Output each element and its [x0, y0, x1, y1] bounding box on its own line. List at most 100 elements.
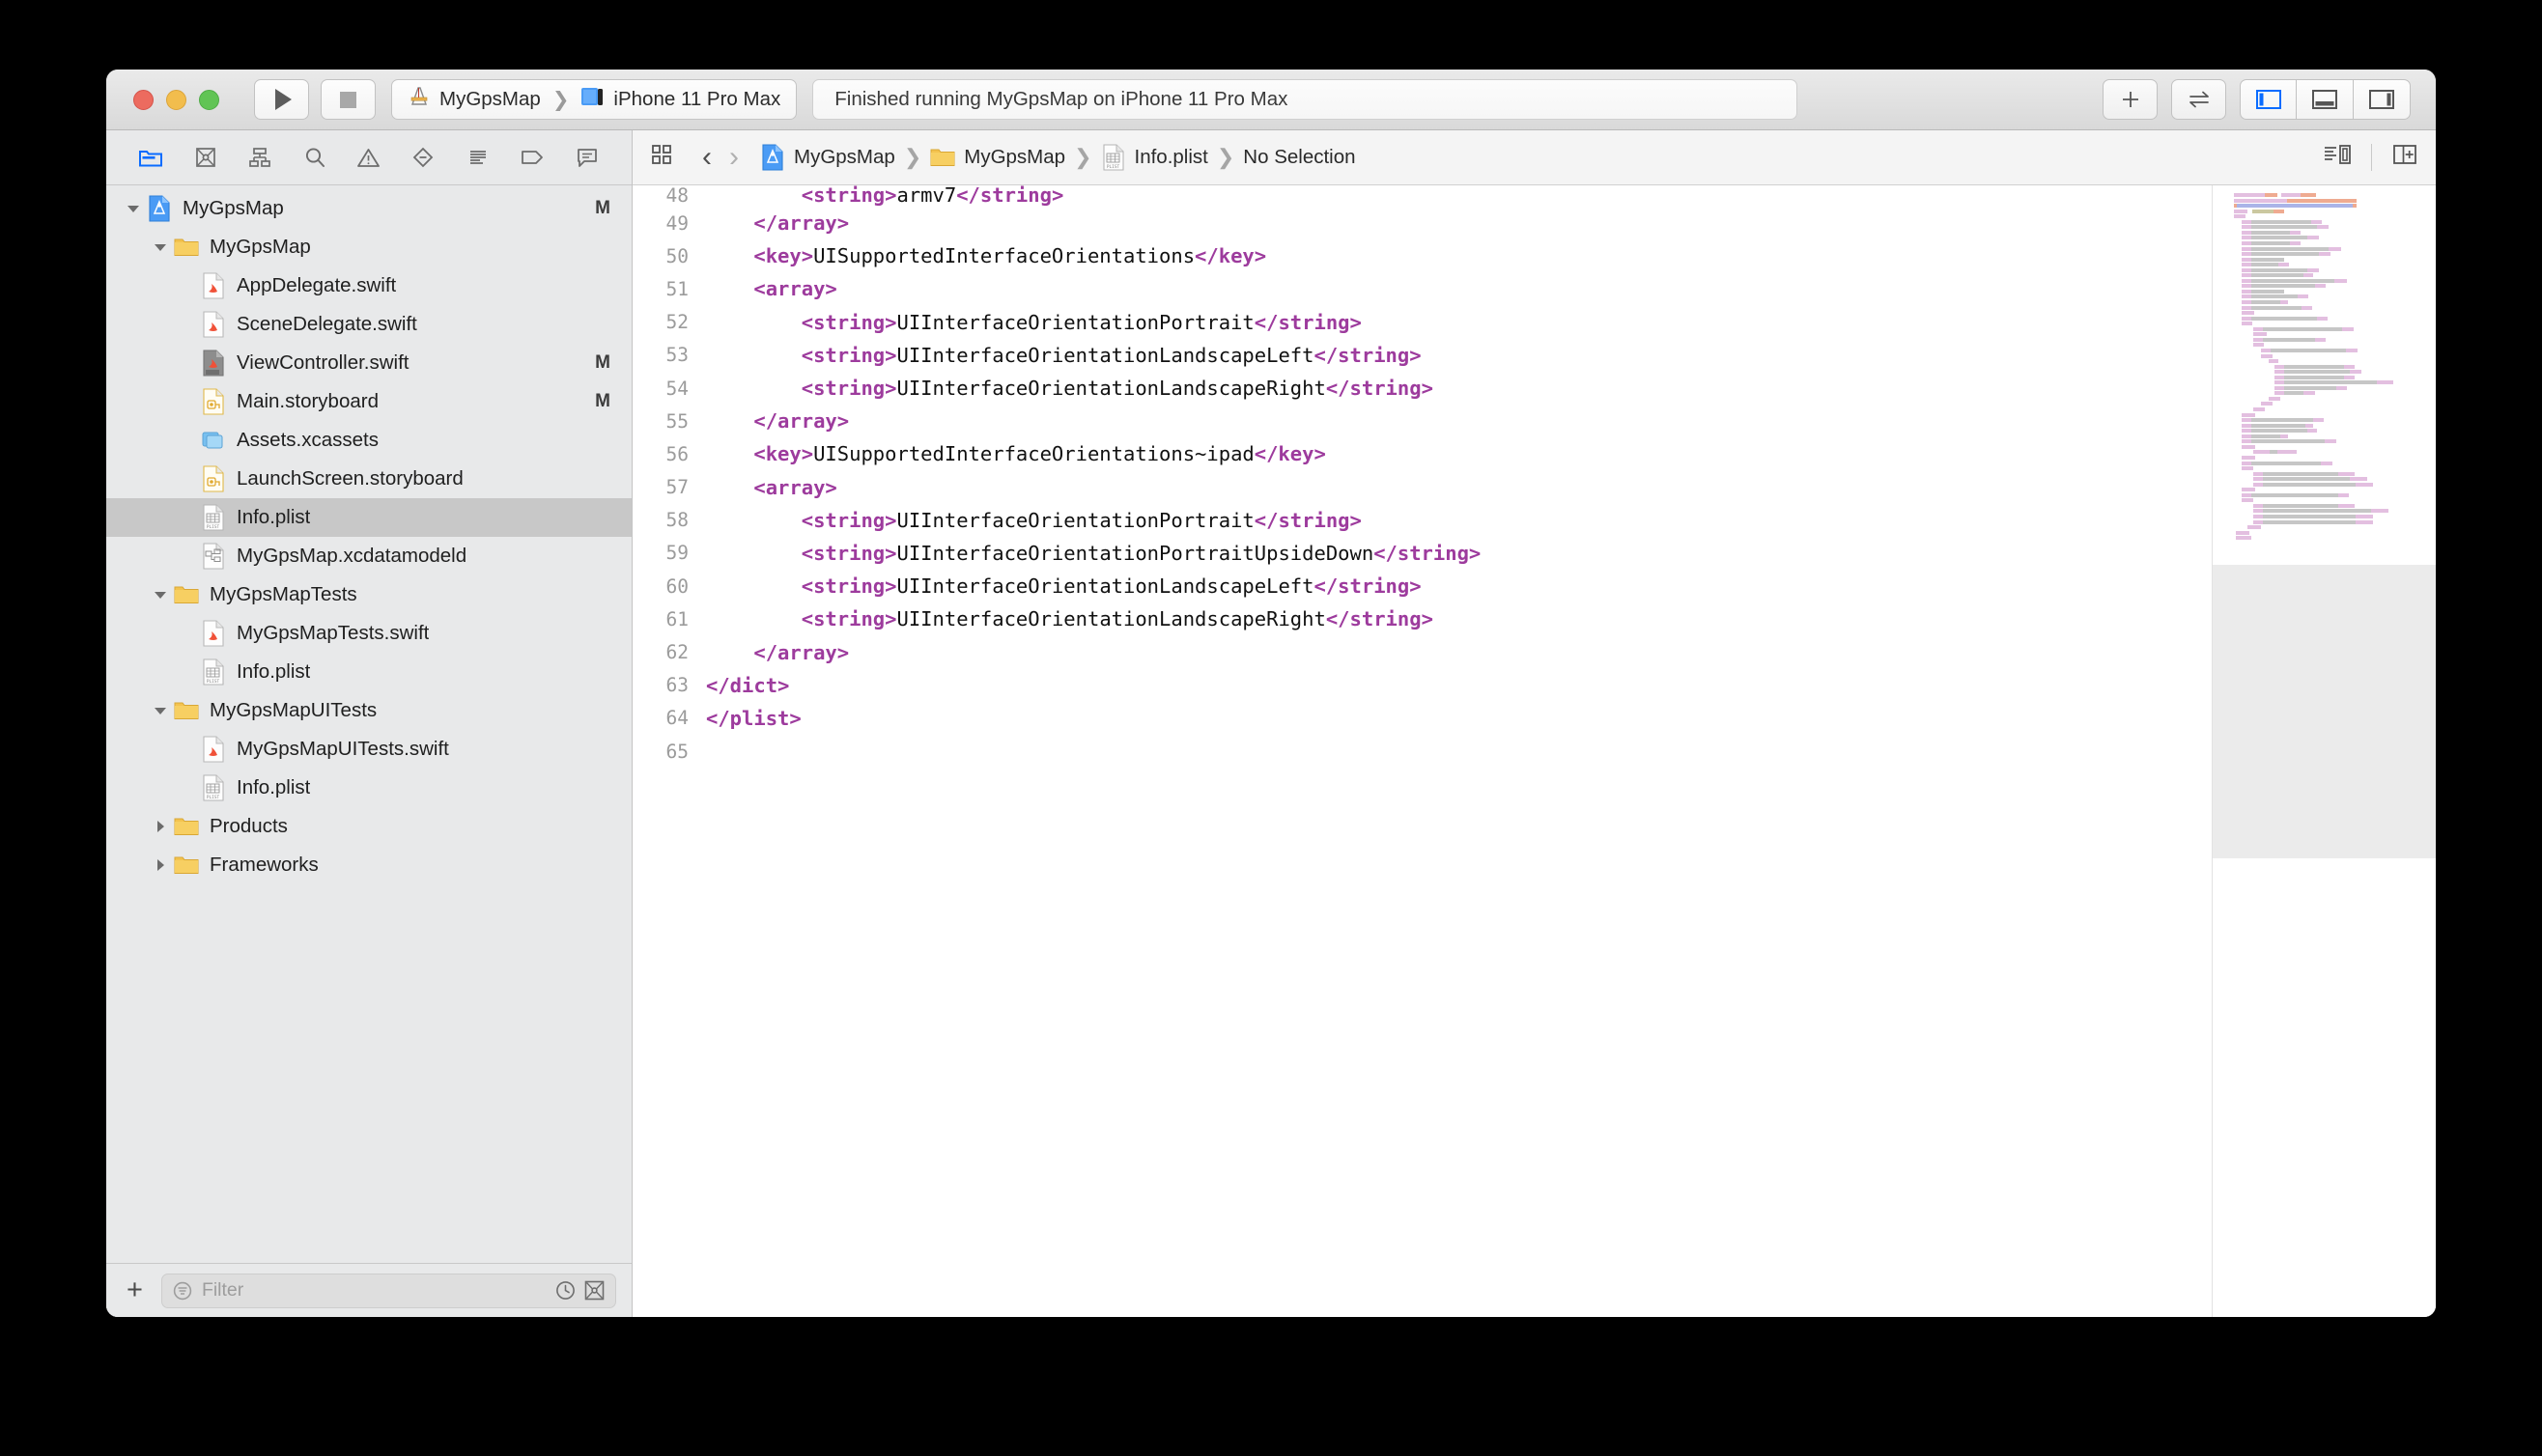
back-button[interactable]: ‹ [702, 141, 712, 174]
tree-item-scenedelegate-swift[interactable]: SceneDelegate.swift [106, 305, 632, 344]
code-line[interactable]: 51 <array> [633, 272, 2212, 305]
minimap-viewport[interactable] [2213, 564, 2436, 859]
minimap-token [2251, 305, 2302, 310]
project-file-tree[interactable]: MyGpsMap M MyGpsMap AppDelegate.swift SceneD… [106, 185, 632, 1263]
chevron-right-icon[interactable] [151, 857, 170, 873]
code-line[interactable]: 50 <key>UISupportedInterfaceOrientations… [633, 239, 2212, 272]
sidebar-item-report-navigator[interactable] [571, 143, 604, 172]
code-line[interactable]: 49 </array> [633, 207, 2212, 239]
code-line[interactable]: 56 <key>UISupportedInterfaceOrientations… [633, 437, 2212, 470]
code-line[interactable]: 57 <array> [633, 471, 2212, 504]
source-code-view[interactable]: 48 <string>armv7</string> 49 </array> 50 <… [633, 185, 2212, 1317]
chevron-down-icon[interactable] [124, 202, 143, 215]
minimap-toggle-icon[interactable] [2323, 143, 2352, 172]
tree-item-assets-xcassets[interactable]: Assets.xcassets [106, 421, 632, 460]
sidebar-item-issue-navigator[interactable] [353, 143, 385, 172]
related-items-icon[interactable] [650, 143, 675, 172]
traffic-lights [133, 89, 219, 110]
code-line[interactable]: 55 </array> [633, 405, 2212, 437]
tree-item-launchscreen-storyboard[interactable]: LaunchScreen.storyboard [106, 460, 632, 498]
stop-button[interactable] [321, 79, 376, 120]
tree-item-mygpsmaptests[interactable]: MyGpsMapTests [106, 575, 632, 614]
sidebar-item-test-navigator[interactable] [407, 143, 439, 172]
chevron-right-icon[interactable] [151, 819, 170, 834]
tree-item-products[interactable]: Products [106, 807, 632, 846]
tree-item-info-plist[interactable]: PLIST Info.plist [106, 769, 632, 807]
minimap-token [2253, 343, 2264, 348]
code-line[interactable]: 59 <string>UIInterfaceOrientationPortrai… [633, 537, 2212, 570]
close-button[interactable] [133, 89, 154, 110]
folder-icon [174, 852, 199, 879]
svg-text:PLIST: PLIST [207, 795, 220, 800]
add-editor-icon[interactable] [2391, 143, 2418, 172]
bottom-panel-icon [2312, 90, 2337, 109]
minimap-line [2261, 402, 2273, 406]
code-line[interactable]: 65 [633, 735, 2212, 768]
code-line[interactable]: 48 <string>armv7</string> [633, 185, 2212, 207]
source-control-icon[interactable] [583, 1279, 606, 1302]
tree-item-mygpsmap-xcdatamodeld[interactable]: MyGpsMap.xcdatamodeld [106, 537, 632, 575]
minimap-token [2319, 252, 2330, 257]
zoom-button[interactable] [199, 89, 219, 110]
add-file-button[interactable]: + [122, 1276, 148, 1304]
minimize-button[interactable] [166, 89, 186, 110]
forward-button[interactable]: › [729, 141, 739, 174]
run-button[interactable] [254, 79, 309, 120]
tree-item-viewcontroller-swift[interactable]: ViewController.swift M [106, 344, 632, 382]
code-line[interactable]: 58 <string>UIInterfaceOrientationPortrai… [633, 504, 2212, 537]
minimap-line [2242, 311, 2254, 316]
chevron-down-icon[interactable] [151, 704, 170, 717]
breadcrumb-item-no-selection[interactable]: No Selection [1243, 146, 1355, 169]
tree-item-mygpsmap[interactable]: MyGpsMap [106, 228, 632, 266]
sidebar-item-source-control-navigator[interactable] [189, 143, 222, 172]
inspector-toggle-button[interactable] [2354, 79, 2411, 120]
code-line[interactable]: 53 <string>UIInterfaceOrientationLandsca… [633, 339, 2212, 372]
breadcrumb[interactable]: MyGpsMap ❯ MyGpsMap ❯ PLIST Info.plist ❯ No Sel… [760, 144, 1356, 171]
tree-item-mygpsmapuitests[interactable]: MyGpsMapUITests [106, 691, 632, 730]
tree-item-mygpsmapuitests-swift[interactable]: MyGpsMapUITests.swift [106, 730, 632, 769]
sidebar-item-symbol-navigator[interactable] [243, 143, 276, 172]
navigator-toggle-button[interactable] [2240, 79, 2297, 120]
scheme-name: MyGpsMap [439, 88, 541, 110]
plus-icon [2122, 92, 2138, 107]
chevron-down-icon[interactable] [151, 240, 170, 254]
tree-item-main-storyboard[interactable]: Main.storyboard M [106, 382, 632, 421]
breadcrumb-item-mygpsmap[interactable]: MyGpsMap [930, 146, 1065, 169]
code-line[interactable]: 61 <string>UIInterfaceOrientationLandsca… [633, 602, 2212, 635]
code-line[interactable]: 64 </plist> [633, 702, 2212, 735]
chevron-down-icon[interactable] [151, 588, 170, 602]
tree-item-info-plist[interactable]: PLIST Info.plist [106, 653, 632, 691]
datamodel-icon [201, 543, 226, 570]
filter-field[interactable]: Filter [160, 1273, 616, 1308]
code-line[interactable]: 63 </dict> [633, 669, 2212, 702]
breadcrumb-item-info-plist[interactable]: PLIST Info.plist [1101, 144, 1208, 171]
editor-minimap[interactable] [2212, 185, 2436, 1317]
breadcrumb-item-mygpsmap[interactable]: MyGpsMap [760, 144, 895, 171]
tree-item-mygpsmaptests-swift[interactable]: MyGpsMapTests.swift [106, 614, 632, 653]
swap-editors-button[interactable] [2171, 79, 2226, 120]
code-line[interactable]: 52 <string>UIInterfaceOrientationPortrai… [633, 306, 2212, 339]
sidebar-item-find-navigator[interactable] [298, 143, 331, 172]
code-line[interactable]: 62 </array> [633, 635, 2212, 668]
minimap-token [2263, 509, 2371, 514]
minimap-line [2274, 385, 2347, 390]
window-titlebar: MyGpsMap ❯ iPhone 11 Pro Max Finished ru… [106, 70, 2436, 130]
scheme-destination-control[interactable]: MyGpsMap ❯ iPhone 11 Pro Max [391, 79, 798, 120]
tree-item-mygpsmap[interactable]: MyGpsMap M [106, 189, 632, 228]
sidebar-item-breakpoint-navigator[interactable] [516, 143, 549, 172]
sidebar-item-debug-navigator[interactable] [462, 143, 494, 172]
code-line[interactable]: 54 <string>UIInterfaceOrientationLandsca… [633, 372, 2212, 405]
editor-options [2323, 143, 2418, 172]
minimap-token [2274, 370, 2284, 375]
code-line[interactable]: 60 <string>UIInterfaceOrientationLandsca… [633, 570, 2212, 602]
tree-item-appdelegate-swift[interactable]: AppDelegate.swift [106, 266, 632, 305]
minimap-line [2242, 219, 2322, 224]
add-button[interactable] [2103, 79, 2158, 120]
debug-area-toggle-button[interactable] [2297, 79, 2354, 120]
code-editor-area: 48 <string>armv7</string> 49 </array> 50 <… [633, 185, 2436, 1317]
tree-item-frameworks[interactable]: Frameworks [106, 846, 632, 884]
tree-item-info-plist[interactable]: PLIST Info.plist [106, 498, 632, 537]
clock-icon[interactable] [554, 1279, 577, 1302]
minimap-token [2253, 337, 2263, 342]
sidebar-item-project-navigator[interactable] [134, 143, 167, 172]
